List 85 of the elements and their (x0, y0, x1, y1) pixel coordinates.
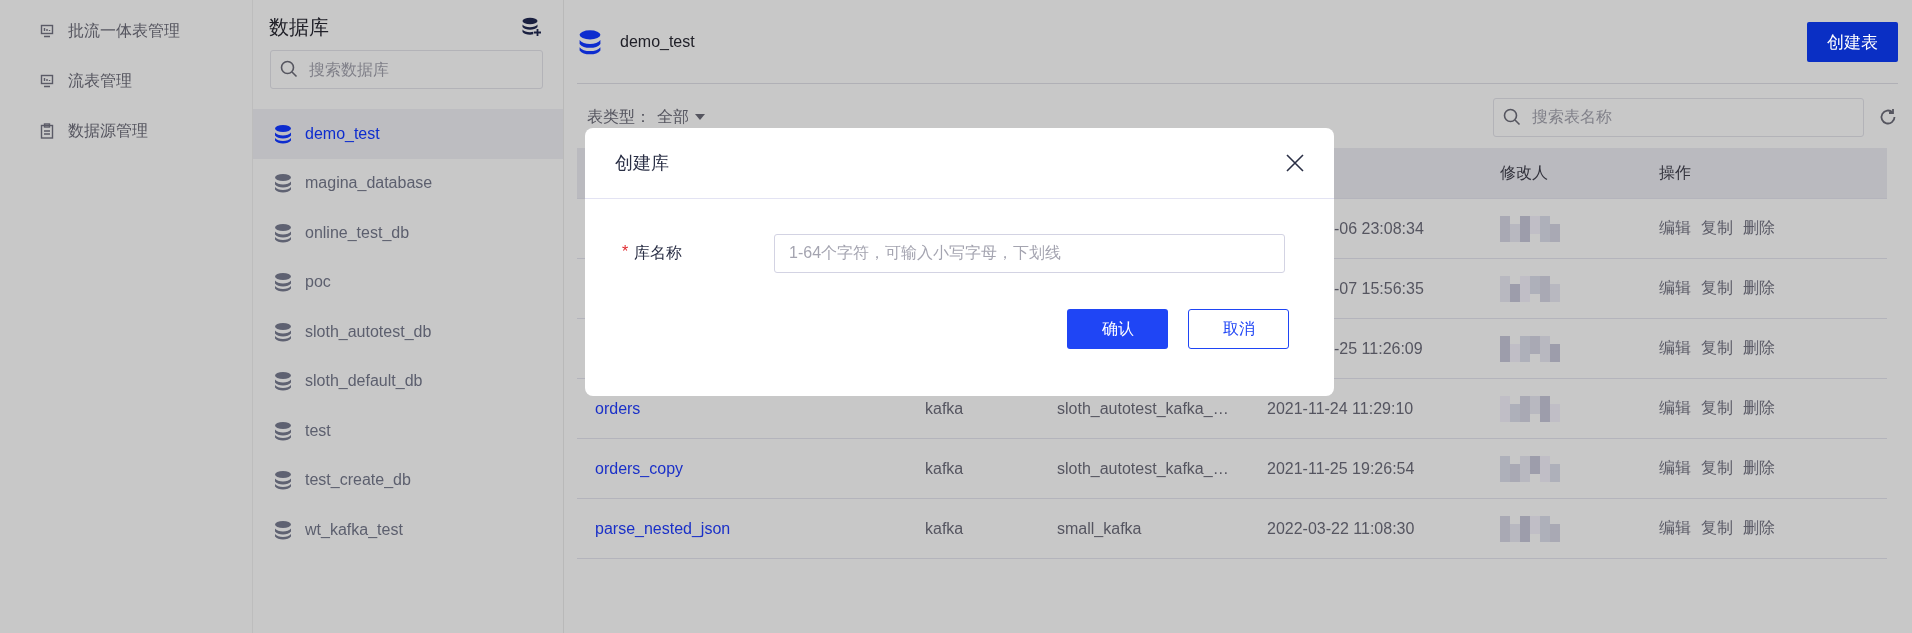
pixelated-name (1500, 395, 1560, 422)
table-cell-text: sloth_autotest_kafka_… (1057, 459, 1230, 478)
database-icon (273, 519, 293, 540)
action-link[interactable]: 复制 (1701, 518, 1733, 539)
action-link[interactable]: 复制 (1701, 338, 1733, 359)
input-field[interactable]: 1-64个字符，可输入小写字母，下划线 (774, 233, 1285, 273)
table-cell-text: -25 11:26:09 (1333, 339, 1424, 358)
table-cell-text: -07 15:56:35 (1333, 279, 1425, 298)
cancel-button[interactable]: 取消 (1188, 309, 1289, 349)
action-link[interactable]: 删除 (1743, 398, 1775, 419)
search-icon (280, 60, 298, 78)
action-link[interactable]: 编辑 (1659, 278, 1691, 299)
database-item[interactable]: sloth_autotest_db (253, 307, 563, 357)
action-link[interactable]: 复制 (1701, 218, 1733, 239)
required-mark: * (622, 242, 629, 262)
pixelated-name (1500, 275, 1560, 302)
panel-title: 数据库 (269, 14, 329, 40)
nav-item[interactable]: 批流一体表管理 (68, 20, 180, 42)
action-link[interactable]: 编辑 (1659, 398, 1691, 419)
search-icon (1503, 107, 1521, 126)
column-header: 修改人 (1500, 162, 1549, 183)
database-item[interactable]: test_create_db (253, 455, 563, 505)
table-cell-text: kafka (925, 459, 965, 478)
database-item[interactable]: online_test_db (253, 208, 563, 258)
database-icon (273, 222, 293, 243)
database-icon (273, 123, 293, 144)
database-icon (273, 470, 293, 491)
database-icon (273, 371, 293, 392)
database-icon (273, 272, 293, 293)
action-link[interactable]: 编辑 (1659, 458, 1691, 479)
search-field[interactable]: 搜索表名称 (1493, 97, 1864, 137)
table-cell-text: 2021-11-25 19:26:54 (1267, 459, 1416, 478)
action-link[interactable]: 删除 (1743, 218, 1775, 239)
pixelated-name (1500, 335, 1560, 362)
pixelated-name (1500, 215, 1560, 242)
database-icon (273, 420, 293, 441)
action-link[interactable]: 复制 (1701, 458, 1733, 479)
filter-dropdown[interactable]: 全部 (657, 106, 689, 128)
confirm-button[interactable]: 确认 (1067, 309, 1168, 349)
field-label: 库名称 (634, 242, 683, 263)
database-icon (273, 173, 293, 194)
database-item[interactable]: test (253, 406, 563, 456)
action-link[interactable]: 编辑 (1659, 518, 1691, 539)
nav-item[interactable]: 数据源管理 (68, 120, 148, 142)
create-table-button[interactable]: 创建表 (1807, 22, 1898, 62)
database-name: demo_test (620, 32, 696, 51)
database-item[interactable]: demo_test (253, 109, 563, 159)
action-link[interactable]: 删除 (1743, 278, 1775, 299)
table-cell-text: 2021-11-24 11:29:10 (1267, 399, 1415, 418)
action-link[interactable]: 复制 (1701, 278, 1733, 299)
nav-item[interactable]: 流表管理 (68, 70, 132, 92)
database-item[interactable]: sloth_default_db (253, 356, 563, 406)
table-cell-text: 2022-03-22 11:08:30 (1267, 519, 1416, 538)
refresh-icon[interactable] (1878, 107, 1898, 127)
action-link[interactable]: 删除 (1743, 338, 1775, 359)
table-cell-text: -06 23:08:34 (1333, 219, 1425, 238)
action-link[interactable]: 复制 (1701, 398, 1733, 419)
table-name-link[interactable]: orders_copy (595, 459, 925, 478)
database-item[interactable]: wt_kafka_test (253, 505, 563, 555)
search-field[interactable]: 搜索数据库 (270, 50, 543, 89)
table-cell-text: kafka (925, 519, 965, 538)
table-cell-text: kafka (925, 399, 965, 418)
pixelated-name (1500, 455, 1560, 482)
table-name-link[interactable]: orders (595, 399, 925, 418)
table-cell-text: sloth_autotest_kafka_… (1057, 399, 1230, 418)
database-item[interactable]: magina_database (253, 158, 563, 208)
table-cell-text: small_kafka (1057, 519, 1143, 538)
action-link[interactable]: 编辑 (1659, 218, 1691, 239)
database-icon (577, 28, 603, 55)
clipboard-icon (40, 123, 54, 139)
pixelated-name (1500, 515, 1560, 542)
filter-label: 表类型： (587, 106, 651, 127)
add-database-icon[interactable] (521, 17, 543, 37)
action-link[interactable]: 删除 (1743, 458, 1775, 479)
dialog-title: 创建库 (615, 152, 669, 175)
database-icon (273, 321, 293, 342)
monitor-icon (40, 74, 54, 88)
action-link[interactable]: 编辑 (1659, 338, 1691, 359)
database-item[interactable]: poc (253, 257, 563, 307)
table-name-link[interactable]: parse_nested_json (595, 519, 925, 538)
column-header: 操作 (1659, 162, 1692, 183)
caret-icon[interactable] (695, 114, 705, 120)
monitor-icon (40, 24, 54, 38)
action-link[interactable]: 删除 (1743, 518, 1775, 539)
close-icon[interactable] (1286, 154, 1304, 172)
